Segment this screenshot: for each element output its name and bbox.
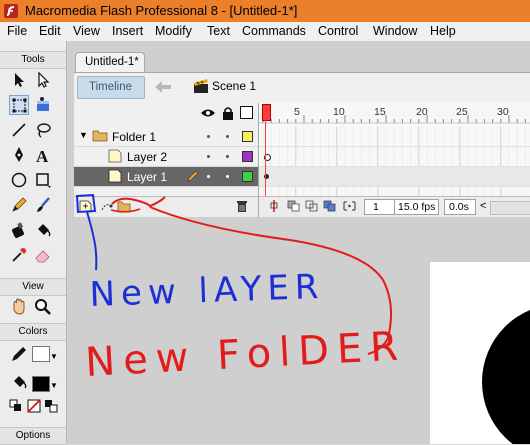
subselection-arrow-icon[interactable] (33, 70, 53, 90)
tools-panel: Tools A View Colors ▼ ▼ Options (0, 41, 67, 445)
menu-window[interactable]: Window (373, 24, 417, 38)
menu-bar: File Edit View Insert Modify Text Comman… (0, 22, 530, 42)
layer-row-folder-1[interactable]: ▼ Folder 1 (74, 127, 258, 147)
layer-color-swatch[interactable] (242, 151, 253, 162)
timeline-scrollbar[interactable] (490, 201, 530, 215)
back-arrow-icon[interactable] (152, 79, 174, 95)
black-white-icon[interactable] (9, 399, 23, 413)
frame-row[interactable] (259, 147, 530, 167)
motion-guide-icon[interactable] (100, 200, 113, 216)
title-bar: Macromedia Flash Professional 8 - [Untit… (0, 0, 530, 22)
frame-row[interactable] (259, 167, 530, 187)
stroke-pencil-icon (9, 344, 29, 364)
fill-dropdown-icon[interactable]: ▼ (50, 381, 58, 390)
edit-multiple-frames-icon[interactable] (323, 200, 336, 215)
menu-text[interactable]: Text (207, 24, 230, 38)
outline-icon[interactable] (240, 106, 253, 119)
menu-view[interactable]: View (73, 24, 100, 38)
layer-row-layer-2[interactable]: Layer 2 (74, 147, 258, 167)
menu-control[interactable]: Control (318, 24, 358, 38)
lasso-tool-icon[interactable] (33, 120, 53, 140)
options-header: Options (0, 427, 66, 445)
stroke-color-swatch[interactable] (32, 346, 50, 362)
frame-rate-field[interactable]: 15.0 fps (394, 199, 439, 215)
document-tab[interactable]: Untitled-1* (75, 52, 145, 73)
folder-icon (92, 129, 108, 145)
playhead[interactable] (262, 104, 271, 121)
menu-modify[interactable]: Modify (155, 24, 192, 38)
free-transform-icon[interactable] (9, 95, 29, 115)
eye-icon[interactable] (200, 107, 216, 122)
zoom-tool-icon[interactable] (33, 297, 53, 317)
window-title: Macromedia Flash Professional 8 - [Untit… (25, 3, 298, 18)
timeline-button-label: Timeline (89, 81, 133, 93)
menu-file[interactable]: File (7, 24, 27, 38)
pen-tool-icon[interactable] (9, 145, 29, 165)
brush-tool-icon[interactable] (33, 195, 53, 215)
selection-arrow-icon[interactable] (9, 70, 29, 90)
swap-colors-icon[interactable] (44, 399, 58, 413)
eraser-icon[interactable] (33, 245, 53, 265)
onion-outlines-icon[interactable] (305, 200, 318, 215)
scene-label[interactable]: Scene 1 (212, 79, 256, 93)
eyedropper-icon[interactable] (9, 245, 29, 265)
paint-bucket-icon[interactable] (33, 220, 53, 240)
menu-commands[interactable]: Commands (242, 24, 306, 38)
fill-bucket-icon (9, 372, 29, 392)
tools-header: Tools (0, 51, 66, 69)
pencil-tool-icon[interactable] (9, 195, 29, 215)
ruler-number: 30 (497, 106, 509, 118)
center-frame-icon[interactable] (270, 200, 278, 212)
no-color-icon[interactable] (27, 399, 41, 413)
expand-arrow-icon[interactable]: ▼ (79, 130, 88, 140)
ruler-number: 20 (416, 106, 428, 118)
layer-name: Layer 1 (127, 170, 168, 184)
menu-edit[interactable]: Edit (39, 24, 61, 38)
flash-app-icon (3, 3, 19, 19)
stroke-dropdown-icon[interactable]: ▼ (50, 352, 58, 361)
layer-color-swatch[interactable] (242, 171, 253, 182)
scroll-left-arrow-icon[interactable]: < (480, 200, 486, 212)
insert-layer-icon[interactable] (79, 200, 92, 216)
ruler-number: 15 (374, 106, 386, 118)
pencil-edit-icon (186, 169, 200, 186)
ruler-number: 5 (294, 106, 300, 118)
ruler-number: 10 (333, 106, 345, 118)
ruler-number: 25 (456, 106, 468, 118)
gradient-transform-icon[interactable] (33, 95, 53, 115)
elapsed-time-field[interactable]: 0.0s (444, 199, 476, 215)
view-header: View (0, 278, 66, 296)
hand-tool-icon[interactable] (9, 297, 29, 317)
layer-icon (108, 169, 122, 186)
layer-color-swatch[interactable] (242, 131, 253, 142)
ink-bottle-icon[interactable] (9, 220, 29, 240)
oval-tool-icon[interactable] (9, 170, 29, 190)
rectangle-tool-icon[interactable] (33, 170, 53, 190)
line-tool-icon[interactable] (9, 120, 29, 140)
onion-skin-icon[interactable] (287, 200, 300, 215)
trash-icon[interactable] (236, 200, 248, 216)
frame-row[interactable] (259, 127, 530, 147)
lock-icon[interactable] (222, 106, 234, 123)
timeline-button[interactable]: Timeline (77, 76, 145, 99)
text-tool-icon[interactable]: A (33, 145, 53, 165)
black-circle-shape[interactable] (430, 262, 530, 444)
layer-name: Layer 2 (127, 150, 168, 164)
layer-row-layer-1[interactable]: Layer 1 (74, 167, 258, 187)
fill-color-swatch[interactable] (32, 376, 50, 392)
modify-onion-markers-icon[interactable] (343, 200, 356, 215)
svg-text:A: A (36, 147, 49, 165)
menu-insert[interactable]: Insert (112, 24, 143, 38)
menu-help[interactable]: Help (430, 24, 456, 38)
insert-folder-icon[interactable] (117, 200, 131, 216)
scene-icon (193, 78, 209, 94)
layer-icon (108, 149, 122, 166)
playhead-line (265, 118, 266, 196)
document-tab-label: Untitled-1* (85, 56, 139, 68)
layer-name: Folder 1 (112, 130, 157, 144)
stage[interactable] (430, 262, 530, 444)
colors-header: Colors (0, 323, 66, 341)
